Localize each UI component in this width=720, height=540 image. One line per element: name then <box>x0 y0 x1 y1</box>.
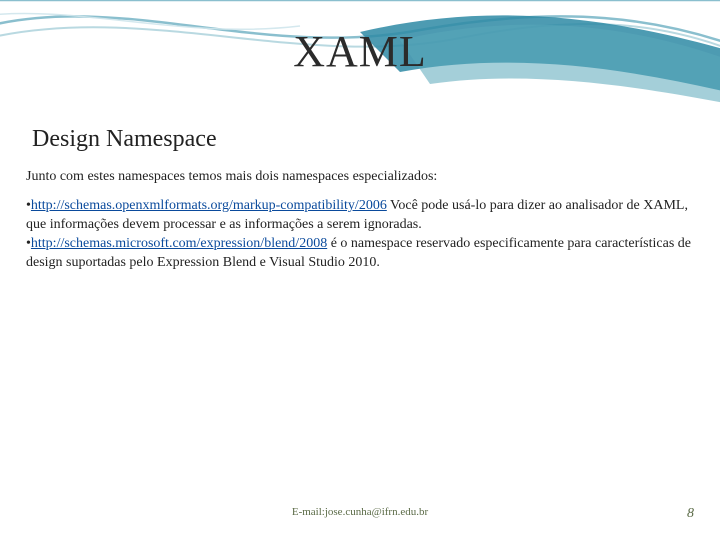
footer: E-mail:jose.cunha@ifrn.edu.br 8 <box>0 506 720 526</box>
slide-title: XAML <box>0 26 720 77</box>
intro-paragraph: Junto com estes namespaces temos mais do… <box>26 168 694 187</box>
namespace-link-markup-compatibility[interactable]: http://schemas.openxmlformats.org/markup… <box>31 198 387 213</box>
bullet-list: •http://schemas.openxmlformats.org/marku… <box>26 197 694 273</box>
namespace-link-expression-blend[interactable]: http://schemas.microsoft.com/expression/… <box>31 236 327 251</box>
slide: XAML Design Namespace Junto com estes na… <box>0 0 720 540</box>
section-heading: Design Namespace <box>32 126 217 153</box>
body-text: Junto com estes namespaces temos mais do… <box>26 168 694 272</box>
page-number: 8 <box>687 506 694 522</box>
footer-email: E-mail:jose.cunha@ifrn.edu.br <box>292 506 428 518</box>
